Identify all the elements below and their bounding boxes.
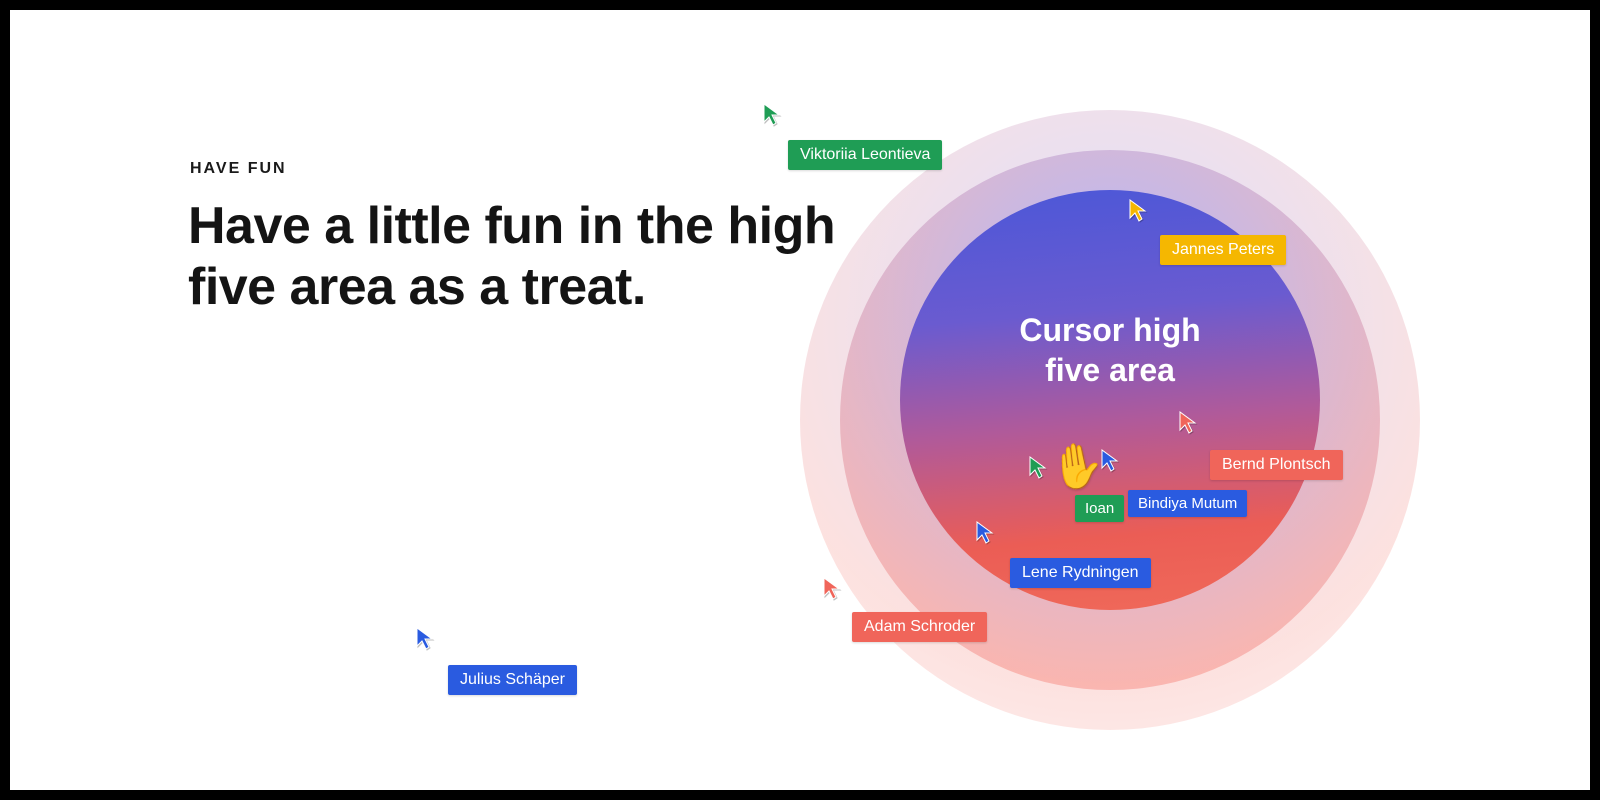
cursor-icon-viktoriia[interactable] [762, 102, 782, 126]
area-label-line1: Cursor high [1019, 312, 1200, 348]
area-label-line2: five area [1045, 352, 1175, 388]
cursor-label-jannes[interactable]: Jannes Peters [1160, 235, 1286, 265]
cursor-icon-ioan[interactable] [1028, 455, 1048, 479]
headline: Have a little fun in the high five area … [188, 196, 888, 319]
cursor-label-bernd[interactable]: Bernd Plontsch [1210, 450, 1343, 480]
eyebrow-label: HAVE FUN [190, 160, 287, 178]
cursor-icon-lene[interactable] [975, 520, 995, 544]
high-five-hand-icon: ✋ [1047, 436, 1109, 495]
cursor-icon-bindiya[interactable] [1100, 448, 1120, 472]
cursor-label-lene[interactable]: Lene Rydningen [1010, 558, 1151, 588]
cursor-label-adam[interactable]: Adam Schroder [852, 612, 987, 642]
cursor-icon-adam[interactable] [822, 576, 842, 600]
cursor-icon-jannes[interactable] [1128, 198, 1148, 222]
cursor-label-julius[interactable]: Julius Schäper [448, 665, 577, 695]
cursor-label-bindiya[interactable]: Bindiya Mutum [1128, 490, 1247, 517]
cursor-icon-bernd[interactable] [1178, 410, 1198, 434]
cursor-label-viktoriia[interactable]: Viktoriia Leontieva [788, 140, 942, 170]
canvas: HAVE FUN Have a little fun in the high f… [10, 10, 1590, 790]
cursor-icon-julius[interactable] [415, 626, 435, 650]
cursor-label-ioan[interactable]: Ioan [1075, 495, 1124, 522]
high-five-area-label: Cursor high five area [965, 310, 1255, 390]
